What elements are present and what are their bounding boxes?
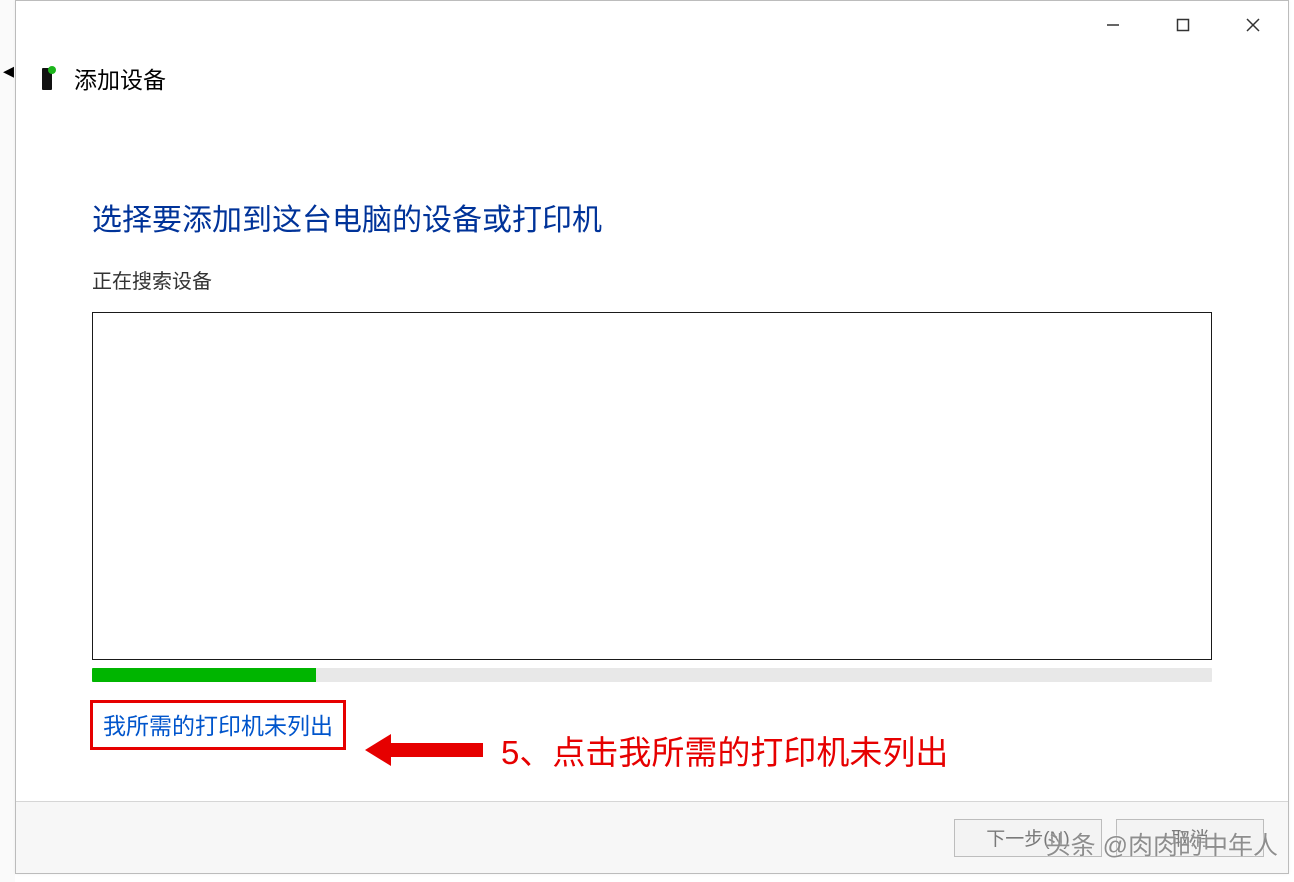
background-sliver: ◂ — [0, 0, 15, 882]
progress-fill — [92, 668, 316, 682]
arrow-icon — [365, 730, 483, 770]
maximize-icon — [1176, 18, 1190, 32]
close-button[interactable] — [1218, 3, 1288, 47]
status-text: 正在搜索设备 — [92, 265, 1212, 294]
back-arrow-icon: ◂ — [3, 58, 14, 84]
device-icon — [36, 64, 60, 92]
device-list[interactable] — [92, 312, 1212, 660]
page-heading: 选择要添加到这台电脑的设备或打印机 — [92, 195, 1212, 239]
header-row: 添加设备 — [16, 51, 1288, 95]
annotation-highlight-box: 我所需的打印机未列出 — [90, 700, 346, 750]
content-area: 选择要添加到这台电脑的设备或打印机 正在搜索设备 我所需的打印机未列出 — [16, 95, 1288, 750]
printer-not-listed-link[interactable]: 我所需的打印机未列出 — [103, 713, 333, 739]
close-icon — [1245, 17, 1261, 33]
cancel-button[interactable]: 取消 — [1116, 819, 1264, 857]
maximize-button[interactable] — [1148, 3, 1218, 47]
next-button[interactable]: 下一步(N) — [954, 819, 1102, 857]
window-title: 添加设备 — [74, 61, 166, 95]
titlebar — [16, 1, 1288, 51]
footer-bar: 下一步(N) 取消 — [16, 801, 1288, 873]
progress-bar — [92, 668, 1212, 682]
minimize-button[interactable] — [1078, 3, 1148, 47]
annotation-arrow-row: 5、点击我所需的打印机未列出 — [365, 726, 948, 774]
annotation-text: 5、点击我所需的打印机未列出 — [501, 726, 948, 774]
minimize-icon — [1105, 17, 1121, 33]
